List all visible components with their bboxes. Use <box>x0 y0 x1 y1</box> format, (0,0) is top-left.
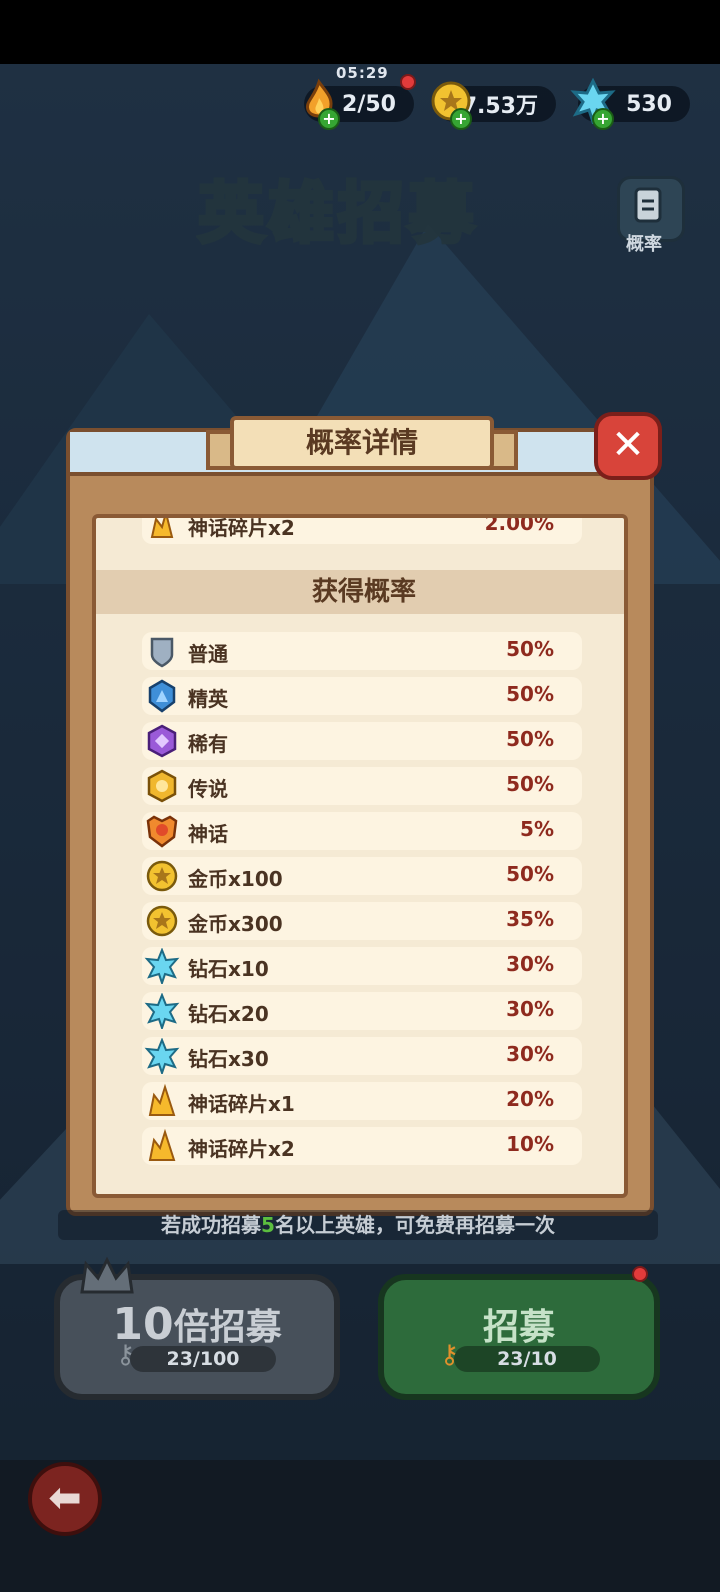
item-name: 金币x100 <box>188 867 283 891</box>
add-diamond-icon[interactable]: + <box>592 108 614 130</box>
document-icon <box>634 187 662 223</box>
diamond-value: 530 <box>626 91 672 117</box>
list-item: 神话碎片x1 20% <box>142 1082 582 1120</box>
item-probability: 50% <box>506 772 554 796</box>
myth-shard-icon <box>148 1083 176 1116</box>
gold-coin-icon <box>146 860 178 892</box>
item-name: 神话碎片x1 <box>188 1092 295 1116</box>
item-probability: 30% <box>506 997 554 1021</box>
myth-shield-icon <box>146 815 178 848</box>
item-name: 神话碎片x2 <box>188 516 295 540</box>
probability-dialog: 神话碎片x2 2.00% 获得概率 普通 50% 精英 50% 稀有 50% 传… <box>66 428 654 1216</box>
stamina-value: 2/50 <box>342 91 396 117</box>
key-icon: ⚷ <box>440 1340 460 1370</box>
section-title: 获得概率 <box>96 570 624 614</box>
status-bar <box>0 0 720 64</box>
list-item: 钻石x10 30% <box>142 947 582 985</box>
list-item: 钻石x20 30% <box>142 992 582 1030</box>
diamond-icon <box>144 993 180 1029</box>
list-item: 神话 5% <box>142 812 582 850</box>
diamond-icon <box>144 948 180 984</box>
back-arrow-icon: ⬅ <box>48 1475 82 1521</box>
item-probability: 30% <box>506 1042 554 1066</box>
recruit-label: 招募 <box>482 1307 555 1348</box>
list-item: 钻石x30 30% <box>142 1037 582 1075</box>
tip-text-after: 名以上英雄，可免费再招募一次 <box>274 1213 555 1237</box>
close-button[interactable]: ✕ <box>594 412 662 480</box>
item-probability: 2.00% <box>484 514 554 535</box>
list-item: 普通 50% <box>142 632 582 670</box>
list-item: 传说 50% <box>142 767 582 805</box>
normal-shield-icon <box>150 637 174 668</box>
add-gold-icon[interactable]: + <box>450 108 472 130</box>
recruit-button[interactable]: 招募 ⚷ 23/10 <box>378 1266 660 1400</box>
diamond-icon <box>144 1038 180 1074</box>
gold-counter[interactable]: + 17.53万 <box>431 81 556 130</box>
add-stamina-icon[interactable]: + <box>318 108 340 130</box>
elite-shield-icon <box>148 679 176 713</box>
gold-coin-icon <box>146 905 178 937</box>
free-recruit-tip: 若成功招募5名以上英雄，可免费再招募一次 <box>58 1210 658 1240</box>
item-probability: 50% <box>506 862 554 886</box>
list-item: 神话碎片x2 2.00% <box>142 514 582 544</box>
bottom-bar <box>0 1460 720 1592</box>
item-probability: 5% <box>520 817 554 841</box>
recruit-10x-cost: ⚷ 23/100 <box>116 1342 276 1372</box>
item-name: 钻石x20 <box>188 1002 269 1026</box>
diamond-counter[interactable]: + 530 <box>570 78 690 130</box>
item-name: 普通 <box>188 642 228 666</box>
notification-dot <box>400 74 416 90</box>
item-probability: 50% <box>506 637 554 661</box>
probability-label: 概率 <box>626 234 662 255</box>
list-item: 金币x100 50% <box>142 857 582 895</box>
item-name: 钻石x30 <box>188 1047 269 1071</box>
item-probability: 50% <box>506 682 554 706</box>
page-title: 英雄招募 <box>196 173 478 254</box>
back-button[interactable]: ⬅ <box>28 1462 102 1536</box>
item-name: 金币x300 <box>188 912 283 936</box>
recruit-cost: ⚷ 23/10 <box>440 1342 600 1372</box>
tip-highlight: 5 <box>261 1213 275 1237</box>
tip-text-before: 若成功招募 <box>161 1213 262 1237</box>
notification-dot <box>632 1266 648 1282</box>
item-probability: 35% <box>506 907 554 931</box>
dialog-title: 概率详情 <box>230 416 494 470</box>
recruit-10x-label: 10倍招募 <box>112 1299 282 1350</box>
probability-list-panel[interactable]: 神话碎片x2 2.00% 获得概率 普通 50% 精英 50% 稀有 50% 传… <box>92 514 628 1198</box>
event-timer: 05:29 <box>336 64 389 82</box>
item-name: 神话 <box>188 822 228 846</box>
item-name: 精英 <box>188 687 228 711</box>
myth-shard-icon <box>150 518 174 538</box>
list-item: 神话碎片x2 10% <box>142 1127 582 1165</box>
item-name: 钻石x10 <box>188 957 269 981</box>
item-name: 传说 <box>188 777 228 801</box>
item-probability: 50% <box>506 727 554 751</box>
rare-shield-icon <box>147 724 177 758</box>
myth-shard-icon <box>148 1128 176 1161</box>
recruit-10x-button[interactable]: 10倍招募 ⚷ 23/100 <box>54 1256 340 1400</box>
close-icon: ✕ <box>611 422 645 468</box>
legend-shield-icon <box>147 769 177 803</box>
item-name: 稀有 <box>188 732 228 756</box>
item-probability: 20% <box>506 1087 554 1111</box>
list-item: 稀有 50% <box>142 722 582 760</box>
item-name: 神话碎片x2 <box>188 1137 295 1161</box>
item-probability: 10% <box>506 1132 554 1156</box>
key-icon: ⚷ <box>116 1340 136 1370</box>
crown-icon <box>80 1256 134 1294</box>
list-item: 金币x300 35% <box>142 902 582 940</box>
item-probability: 30% <box>506 952 554 976</box>
list-item: 精英 50% <box>142 677 582 715</box>
stamina-counter[interactable]: + 2/50 <box>304 74 416 130</box>
